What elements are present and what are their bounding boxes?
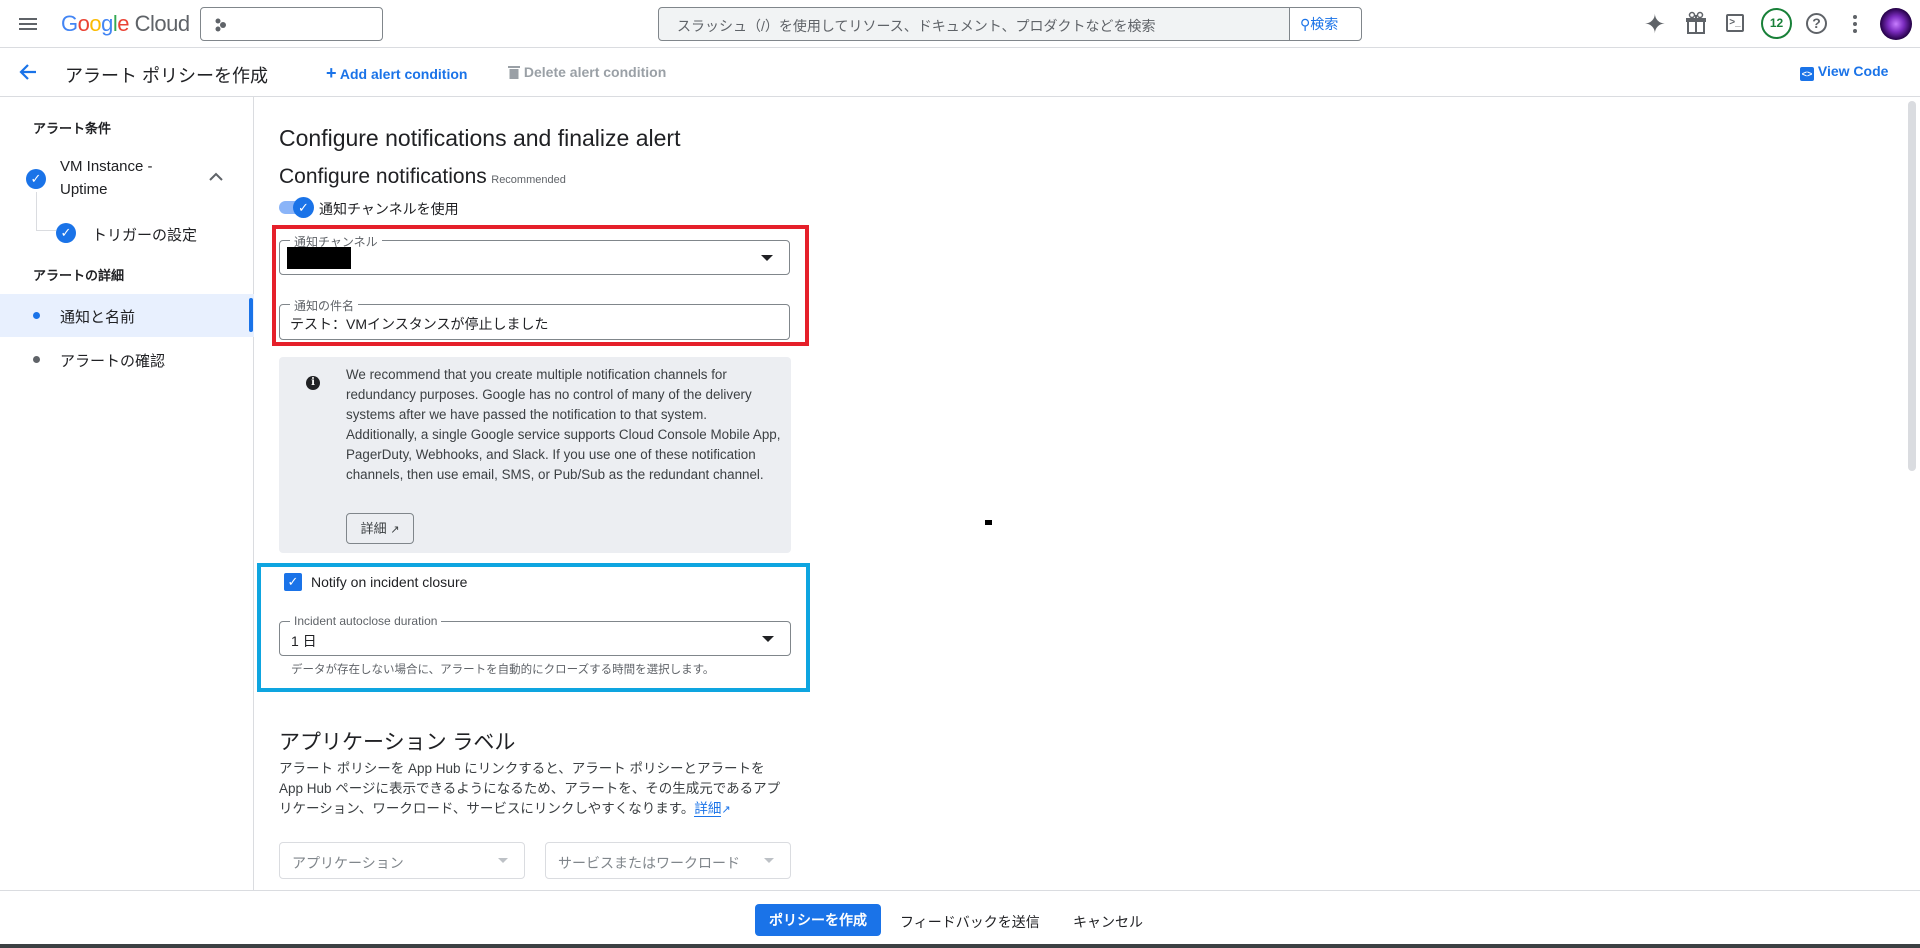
create-policy-button[interactable]: ポリシーを作成 [755, 904, 881, 936]
search-input[interactable]: スラッシュ（/）を使用してリソース、ドキュメント、プロダクトなどを検索 [677, 16, 1156, 36]
top-bar: Google Cloud スラッシュ（/）を使用してリソース、ドキュメント、プロ… [0, 0, 1920, 48]
sidebar-item-notifications[interactable]: 通知と名前 [0, 294, 254, 337]
tree-line [36, 230, 56, 231]
configure-notifications-title: Configure notifications [279, 165, 487, 188]
avatar[interactable] [1880, 8, 1912, 40]
bullet-icon [33, 312, 40, 319]
back-arrow-icon[interactable] [18, 62, 38, 87]
sidebar-item-trigger[interactable]: トリガーの設定 [92, 224, 197, 245]
notifications-badge[interactable]: 12 [1761, 8, 1792, 39]
learn-more-label: 詳細 [360, 521, 387, 536]
info-text: We recommend that you create multiple no… [346, 367, 781, 482]
app-learn-more-link[interactable]: 詳細 [694, 801, 722, 817]
cloud-shell-icon[interactable]: >_ [1726, 14, 1744, 32]
add-alert-condition-button[interactable]: + Add alert condition [326, 63, 467, 84]
tree-line [36, 192, 37, 230]
redacted-value [287, 247, 351, 269]
page-header: アラート ポリシーを作成 + Add alert condition Delet… [0, 48, 1920, 97]
view-code-label: View Code [1817, 63, 1889, 79]
info-box: i We recommend that you create multiple … [279, 357, 791, 553]
trash-icon [508, 66, 520, 79]
external-link-icon: ↗ [390, 524, 400, 536]
search-button[interactable]: ⚲検索 [1289, 8, 1361, 40]
application-select[interactable]: アプリケーション [279, 842, 525, 879]
sidebar-item-review[interactable]: アラートの確認 [0, 338, 254, 381]
search-button-label: 検索 [1310, 16, 1339, 32]
dropdown-caret-icon [761, 254, 773, 261]
gift-icon[interactable] [1685, 11, 1707, 40]
sidebar-item-label: 通知と名前 [60, 309, 136, 326]
delete-alert-condition-button[interactable]: Delete alert condition [508, 64, 666, 80]
external-link-icon: ↗ [721, 804, 731, 816]
dropdown-caret-icon [764, 857, 774, 863]
recommended-tag: Recommended [491, 174, 566, 186]
code-icon: <> [1800, 67, 1814, 81]
notification-subject-input[interactable]: 通知の件名 テスト：VMインスタンスが停止しました [279, 297, 790, 340]
google-cloud-logo[interactable]: Google Cloud [61, 11, 190, 37]
check-circle-icon: ✓ [56, 223, 76, 243]
autoclose-duration-select[interactable]: Incident autoclose duration 1 日 [279, 614, 791, 656]
autoclose-label: Incident autoclose duration [290, 614, 442, 628]
dropdown-caret-icon [762, 635, 774, 642]
help-icon[interactable]: ? [1806, 13, 1827, 34]
search-bar[interactable]: スラッシュ（/）を使用してリソース、ドキュメント、プロダクトなどを検索 ⚲検索 [658, 7, 1362, 41]
checkbox-checked-icon: ✓ [284, 573, 302, 591]
app-label-description: アラート ポリシーを App Hub にリンクすると、アラート ポリシーとアラー… [279, 759, 791, 820]
notify-closure-label: Notify on incident closure [311, 574, 468, 590]
bullet-icon [33, 356, 40, 363]
add-condition-label: Add alert condition [339, 66, 468, 82]
project-icon [215, 18, 226, 32]
scrollbar[interactable] [1908, 101, 1916, 471]
app-label-heading: アプリケーション ラベル [279, 731, 516, 754]
condition-name: VM Instance - Uptime [60, 158, 153, 198]
more-options-icon[interactable] [1852, 14, 1858, 39]
menu-icon[interactable] [18, 14, 38, 34]
application-placeholder: アプリケーション [292, 855, 404, 871]
check-circle-icon: ✓ [26, 169, 46, 189]
project-picker[interactable] [200, 7, 383, 41]
section-heading: Configure notifications Recommended [279, 165, 566, 189]
service-workload-select[interactable]: サービスまたはワークロード [545, 842, 791, 879]
autoclose-value: 1 日 [291, 633, 317, 649]
page-heading: Configure notifications and finalize ale… [279, 125, 681, 151]
view-code-button[interactable]: <> View Code [1800, 63, 1888, 81]
send-feedback-button[interactable]: フィードバックを送信 [900, 912, 1040, 932]
active-indicator [249, 298, 253, 332]
cancel-button[interactable]: キャンセル [1073, 912, 1143, 932]
delete-condition-label: Delete alert condition [523, 64, 667, 80]
section-alert-details: アラートの詳細 [33, 268, 125, 283]
toggle-check-icon: ✓ [293, 197, 314, 218]
sidebar: アラート条件 ✓ VM Instance - Uptime ✓ トリガーの設定 … [0, 97, 254, 890]
toggle-label: 通知チャンネルを使用 [319, 201, 459, 217]
sidebar-item-condition[interactable]: VM Instance - Uptime [60, 155, 240, 205]
dropdown-caret-icon [498, 857, 508, 863]
info-icon: i [306, 376, 320, 390]
search-icon: ⚲ [1300, 16, 1311, 32]
stray-marker [985, 520, 992, 525]
page-title: アラート ポリシーを作成 [65, 66, 268, 86]
notification-channel-select[interactable]: 通知チャンネル [279, 233, 790, 275]
learn-more-button[interactable]: 詳細 ↗ [346, 513, 414, 544]
chevron-up-icon[interactable] [208, 171, 224, 181]
bottom-edge [0, 944, 1920, 948]
subject-label: 通知の件名 [290, 297, 359, 314]
footer: ポリシーを作成 フィードバックを送信 キャンセル [0, 890, 1920, 944]
app-link-label: 詳細 [694, 801, 722, 816]
plus-icon: + [326, 63, 337, 83]
subject-value: テスト：VMインスタンスが停止しました [290, 316, 549, 332]
sidebar-item-label: アラートの確認 [60, 353, 166, 370]
gemini-icon[interactable]: ✦ [1644, 9, 1666, 40]
service-placeholder: サービスまたはワークロード [558, 855, 740, 871]
section-alert-conditions: アラート条件 [33, 121, 112, 136]
autoclose-helper-text: データが存在しない場合に、アラートを自動的にクローズする時間を選択します。 [291, 664, 715, 676]
